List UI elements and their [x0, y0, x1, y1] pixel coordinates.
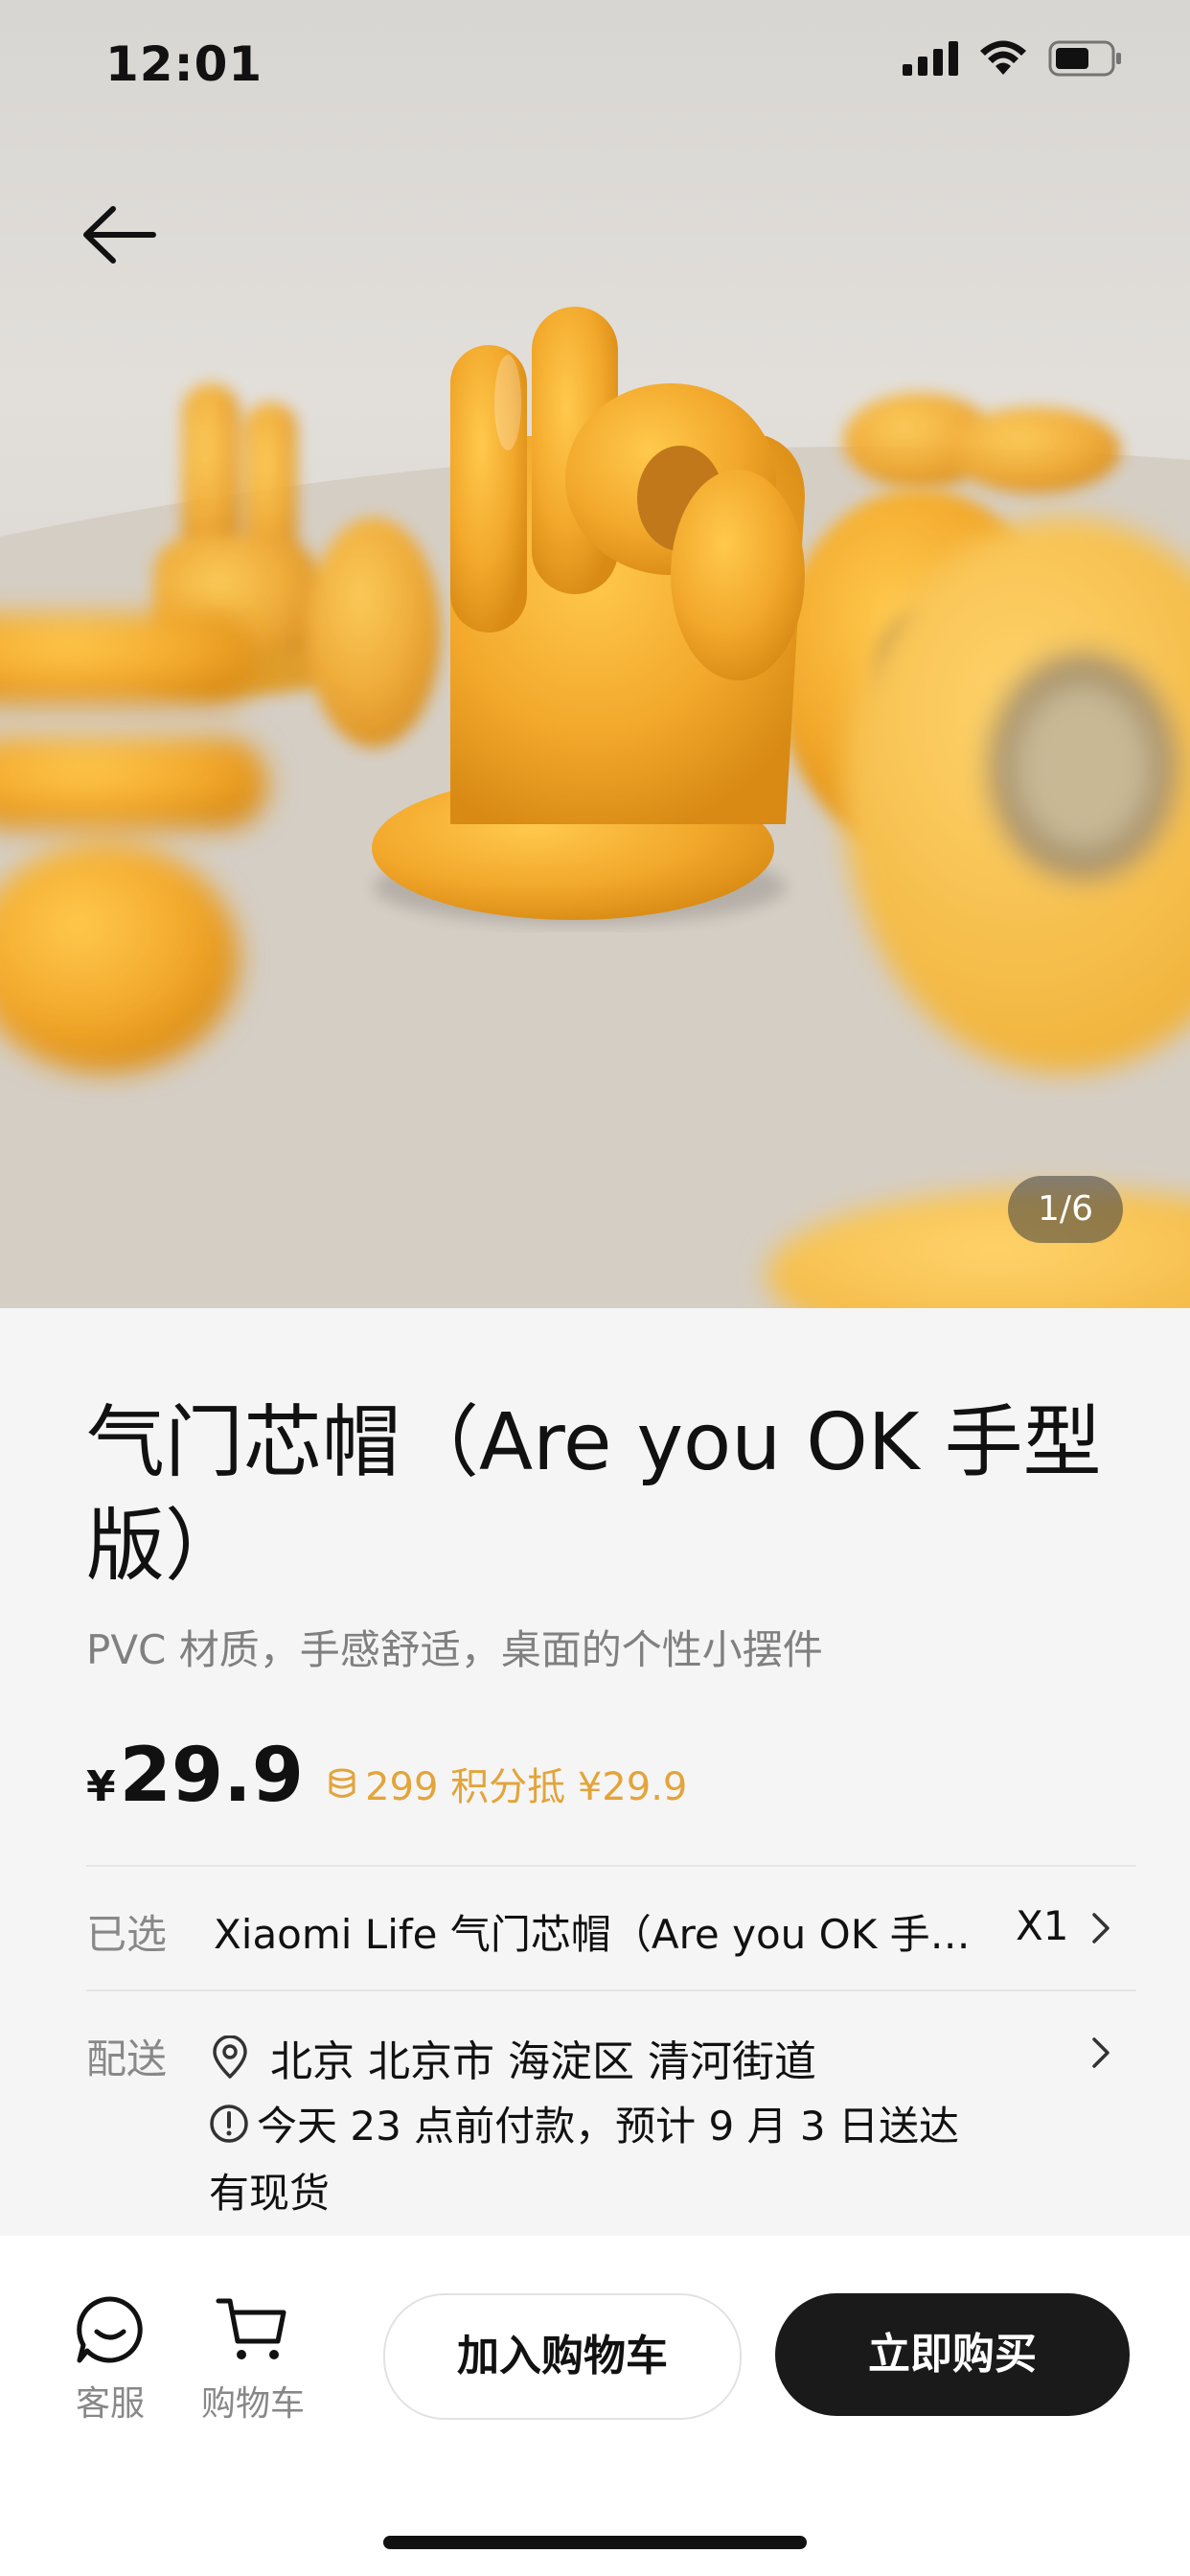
product-subtitle: PVC 材质，手感舒适，桌面的个性小摆件: [86, 1626, 823, 1673]
status-bar: 12:01: [0, 0, 1190, 125]
coin-icon: [329, 1768, 355, 1798]
chevron-right-icon: [1092, 2037, 1110, 2068]
cart-icon: [216, 2298, 286, 2359]
points-deduction: 299 积分抵 ¥29.9: [325, 1756, 687, 1811]
selected-spec-value: Xiaomi Life 气门芯帽（Are you OK 手型版）: [214, 1911, 980, 1958]
selected-label: 已选: [86, 1911, 168, 1958]
selected-quantity: X1: [1016, 1902, 1069, 1949]
divider: [86, 1990, 1136, 1991]
points-text: 299 积分抵 ¥29.9: [365, 1765, 688, 1809]
cart-nav-button[interactable]: 购物车: [195, 2293, 310, 2426]
delivery-label: 配送: [86, 2036, 168, 2082]
bottom-action-bar: 客服 购物车 加入购物车 立即购买: [0, 2236, 1190, 2576]
cart-nav-label: 购物车: [200, 2384, 305, 2424]
price-currency: ¥: [86, 1762, 116, 1811]
signal-icon: [903, 41, 958, 76]
battery-icon: [1048, 40, 1121, 77]
product-image-carousel[interactable]: 12:01 1/6: [0, 0, 1190, 1308]
home-indicator: [383, 2536, 807, 2549]
back-button[interactable]: [77, 192, 163, 278]
product-photo: [0, 307, 1190, 1308]
delivery-estimate: 今天 23 点前付款，预计 9 月 3 日送达: [257, 2103, 959, 2150]
location-pin-icon: [213, 2036, 247, 2079]
status-time: 12:01: [105, 36, 263, 92]
customer-service-button[interactable]: 客服: [53, 2293, 168, 2426]
price-row: ¥ 29.9 299 积分抵 ¥29.9: [86, 1733, 687, 1819]
buy-now-button[interactable]: 立即购买: [775, 2293, 1130, 2416]
wifi-icon: [980, 40, 1026, 75]
info-circle-icon: [210, 2104, 248, 2143]
chevron-right-icon: [1092, 1913, 1110, 1944]
divider: [86, 1865, 1136, 1867]
chat-icon: [77, 2296, 143, 2363]
price-value: 29.9: [119, 1733, 305, 1819]
delivery-address: 北京 北京市 海淀区 清河街道: [270, 2037, 816, 2086]
stock-status: 有现货: [209, 2170, 331, 2217]
product-title: 气门芯帽（Are you OK 手型版）: [86, 1397, 1102, 1592]
add-to-cart-button[interactable]: 加入购物车: [383, 2293, 742, 2420]
image-page-indicator: 1/6: [1008, 1176, 1123, 1243]
customer-service-label: 客服: [75, 2384, 145, 2424]
back-arrow-icon: [83, 206, 156, 264]
